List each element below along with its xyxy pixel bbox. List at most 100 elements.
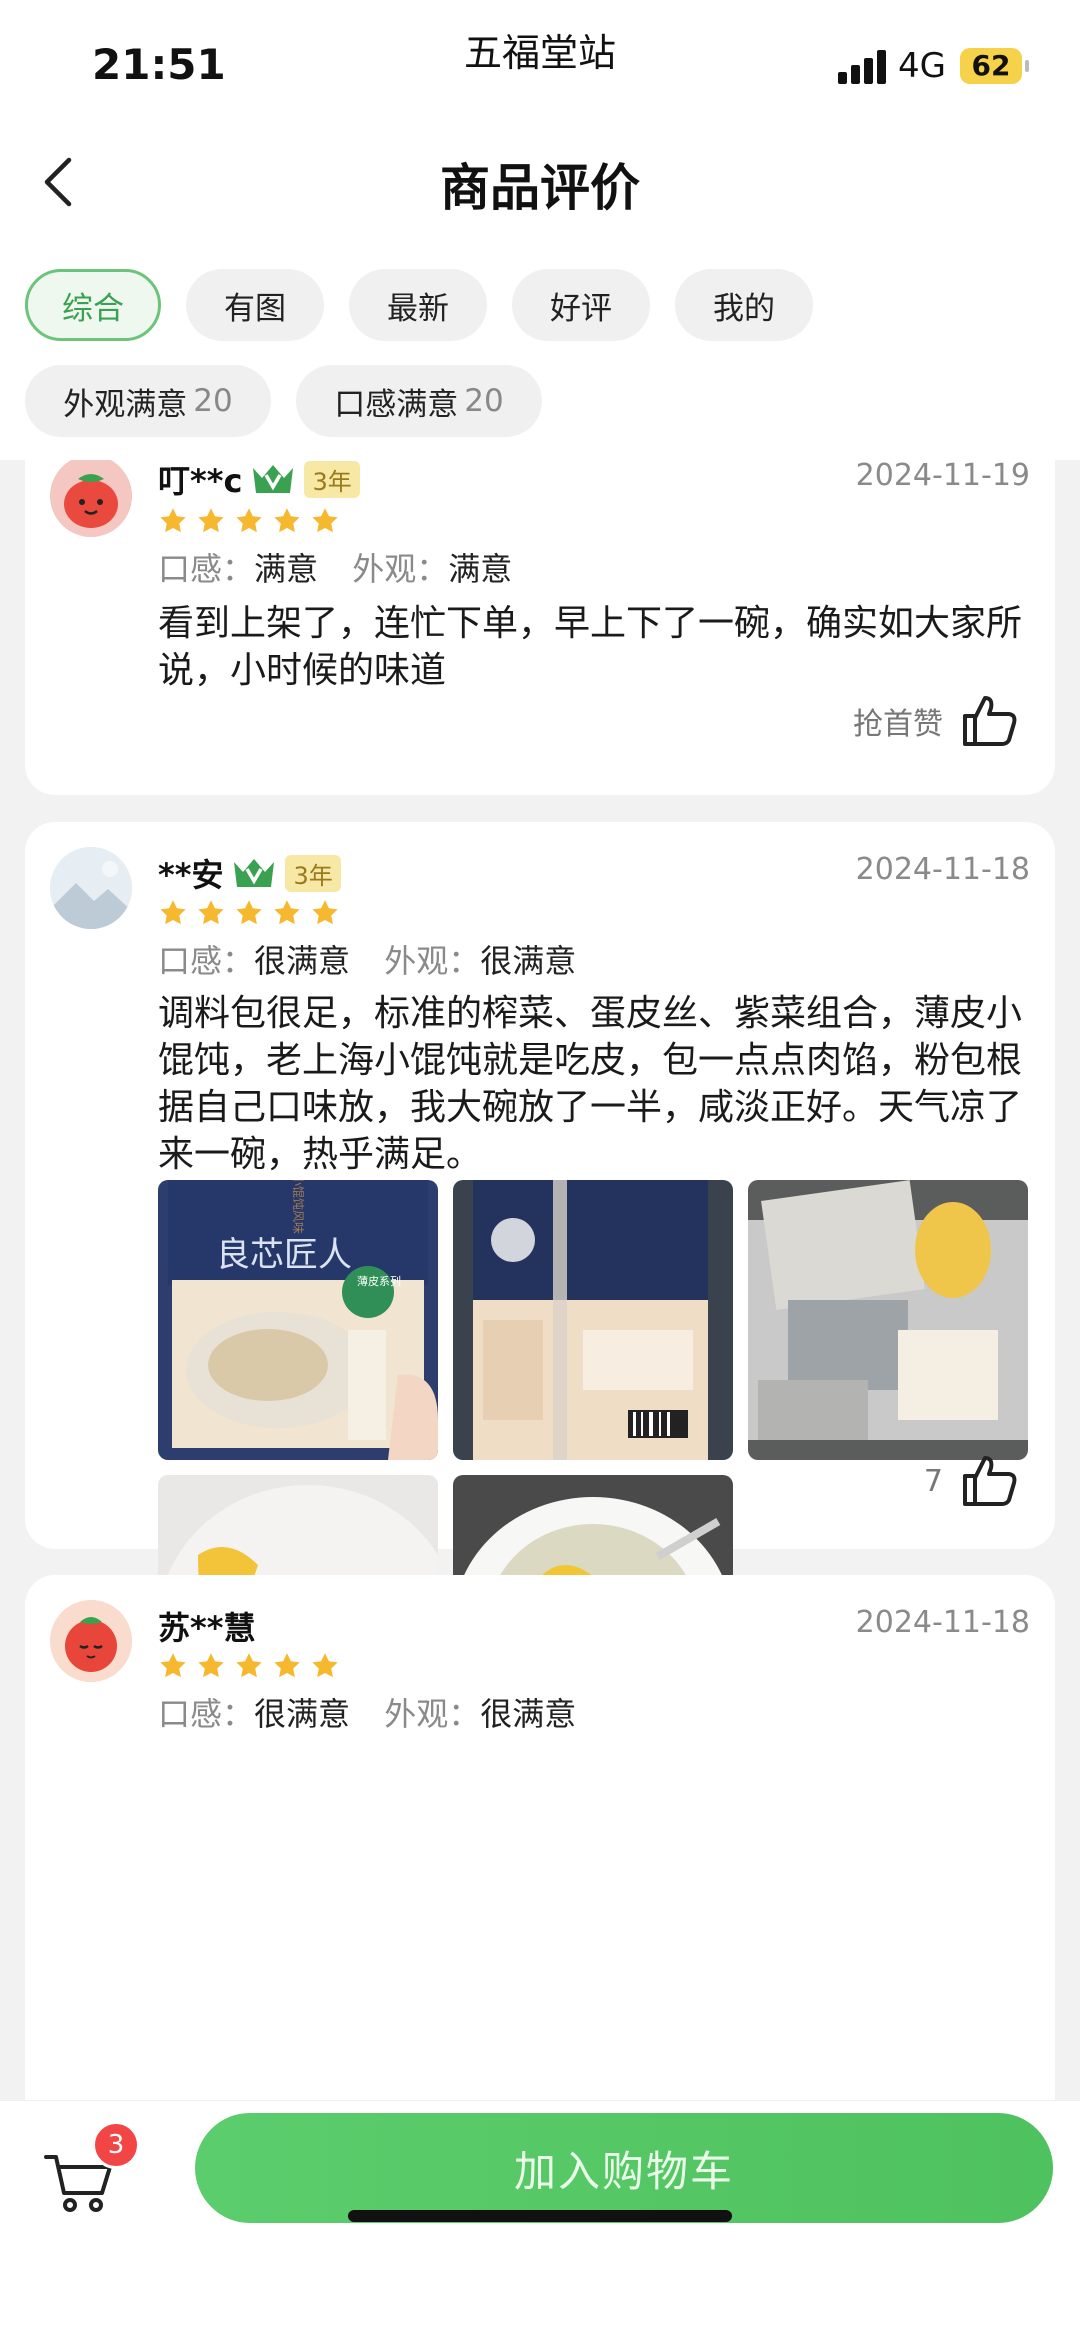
filter-chip-label: 外观满意: [63, 386, 188, 423]
filter-chip-with-photos[interactable]: 有图: [186, 269, 324, 341]
tag-look-key: 外观: [352, 550, 417, 588]
review-user: **安 3年: [158, 850, 341, 896]
like-button[interactable]: 7: [924, 1454, 1019, 1508]
tomato-avatar-icon: [50, 460, 132, 537]
review-date: 2024-11-18: [855, 1605, 1030, 1640]
filter-chip-look-satisfied[interactable]: 外观满意 20: [25, 365, 271, 437]
tag-taste-key: 口感: [158, 1695, 223, 1733]
home-indicator: [348, 2210, 732, 2222]
review-tags: 口感：满意 外观：满意: [158, 550, 513, 588]
review-card: 叮**c 3年 2024-11-19 口感：满意 外观：满意 看到上架了，连忙下…: [25, 460, 1055, 795]
star-icon: [236, 1653, 262, 1678]
filter-chip-label: 最新: [387, 290, 449, 327]
vip-crown-icon: [253, 465, 294, 493]
like-button[interactable]: 抢首赞: [853, 694, 1019, 748]
landscape-avatar-icon: [50, 847, 132, 929]
star-icon: [274, 508, 300, 533]
battery-level: 62: [971, 49, 1011, 82]
network-type: 4G: [898, 46, 946, 86]
filter-chip-positive[interactable]: 好评: [512, 269, 650, 341]
product-package-front-image: 良芯匠人 薄皮系列 老上海小馄饨风味: [158, 1180, 438, 1460]
member-years-badge: 3年: [304, 460, 360, 498]
filter-chip-count: 20: [193, 383, 233, 419]
review-photo[interactable]: 良芯匠人 薄皮系列 老上海小馄饨风味: [158, 1180, 438, 1460]
review-user: 苏**慧: [158, 1603, 255, 1649]
filter-chip-label: 口感满意: [334, 386, 459, 423]
tag-look-value: 很满意: [480, 942, 577, 980]
battery-icon: 62: [960, 48, 1029, 84]
review-list[interactable]: 叮**c 3年 2024-11-19 口感：满意 外观：满意 看到上架了，连忙下…: [0, 460, 1080, 2100]
signal-icon: [838, 50, 888, 84]
thumbs-up-icon: [963, 1456, 1017, 1506]
review-user: 叮**c 3年: [158, 460, 360, 502]
filter-chip-label: 好评: [550, 290, 612, 327]
add-to-cart-button[interactable]: 加入购物车: [195, 2113, 1053, 2223]
vip-crown-icon: [234, 859, 275, 887]
tomato-sleepy-avatar-icon: [50, 1600, 132, 1682]
filter-chip-latest[interactable]: 最新: [349, 269, 487, 341]
member-years-badge: 3年: [285, 854, 341, 892]
username: 叮**c: [158, 462, 243, 500]
star-icon: [236, 900, 262, 925]
username: **安: [158, 856, 224, 894]
tag-taste-key: 口感: [158, 942, 223, 980]
filter-chip-label: 我的: [713, 290, 775, 327]
filter-chip-label: 综合: [62, 290, 124, 327]
star-icon: [160, 508, 186, 533]
seasoning-packets-image: [748, 1180, 1028, 1460]
tag-taste-value: 很满意: [254, 942, 351, 980]
rating-stars: [158, 506, 340, 536]
star-icon: [198, 900, 224, 925]
page-title: 商品评价: [440, 159, 640, 217]
like-count: 7: [923, 1463, 943, 1499]
filter-chip-count: 20: [464, 383, 504, 419]
star-icon: [160, 1653, 186, 1678]
page-header: 商品评价: [0, 120, 1080, 246]
star-icon: [274, 1653, 300, 1678]
review-date: 2024-11-18: [855, 852, 1030, 887]
tag-taste-value: 满意: [254, 550, 319, 588]
review-text: 看到上架了，连忙下单，早上下了一碗，确实如大家所说，小时候的味道: [158, 603, 1023, 691]
review-card: **安 3年 2024-11-18 口感：很满意 外观：很满意 调料包很足，标准…: [25, 822, 1055, 1755]
tag-look-value: 很满意: [480, 1695, 577, 1733]
tag-look-value: 满意: [448, 550, 513, 588]
star-icon: [312, 508, 338, 533]
tag-look-key: 外观: [384, 942, 449, 980]
like-label: 抢首赞: [853, 707, 943, 742]
review-photo[interactable]: [748, 1180, 1028, 1460]
review-date: 2024-11-19: [855, 460, 1030, 493]
avatar[interactable]: [50, 460, 132, 537]
rating-stars: [158, 1651, 340, 1681]
star-icon: [274, 900, 300, 925]
review-photo[interactable]: [453, 1180, 733, 1460]
filter-chip-all[interactable]: 综合: [25, 269, 161, 341]
photo-flavor-text: 老上海小馄饨风味: [291, 1180, 306, 1234]
tag-look-key: 外观: [384, 1695, 449, 1733]
star-icon: [198, 1653, 224, 1678]
star-icon: [312, 1653, 338, 1678]
filter-chip-taste-satisfied[interactable]: 口感满意 20: [296, 365, 542, 437]
review-text: 调料包很足，标准的榨菜、蛋皮丝、紫菜组合，薄皮小馄饨，老上海小馄饨就是吃皮，包一…: [158, 993, 1023, 1175]
filter-chip-mine[interactable]: 我的: [675, 269, 813, 341]
tag-taste-value: 很满意: [254, 1695, 351, 1733]
review-tags: 口感：很满意 外观：很满意: [158, 1695, 577, 1733]
star-icon: [312, 900, 338, 925]
status-bar: 21:51 五福堂站 4G 62: [0, 0, 1080, 120]
photo-brand-text: 良芯匠人: [216, 1235, 352, 1275]
rating-stars: [158, 898, 340, 928]
star-icon: [198, 508, 224, 533]
review-card: 苏**慧 2024-11-18 口感：很满意 外观：很满意: [25, 1575, 1055, 2100]
product-package-back-image: [453, 1180, 733, 1460]
star-icon: [160, 900, 186, 925]
cart-count-badge: 3: [92, 2121, 140, 2169]
thumbs-up-icon: [963, 696, 1017, 746]
photo-series-text: 薄皮系列: [357, 1274, 401, 1288]
username: 苏**慧: [158, 1609, 256, 1647]
avatar[interactable]: [50, 1600, 132, 1682]
review-tags: 口感：很满意 外观：很满意: [158, 942, 577, 980]
avatar[interactable]: [50, 847, 132, 929]
star-icon: [236, 508, 262, 533]
filter-bar: 综合 有图 最新 好评 我的 外观满意 20 口感满意 20: [0, 246, 1080, 460]
filter-chip-label: 有图: [224, 290, 286, 327]
tag-taste-key: 口感: [158, 550, 223, 588]
